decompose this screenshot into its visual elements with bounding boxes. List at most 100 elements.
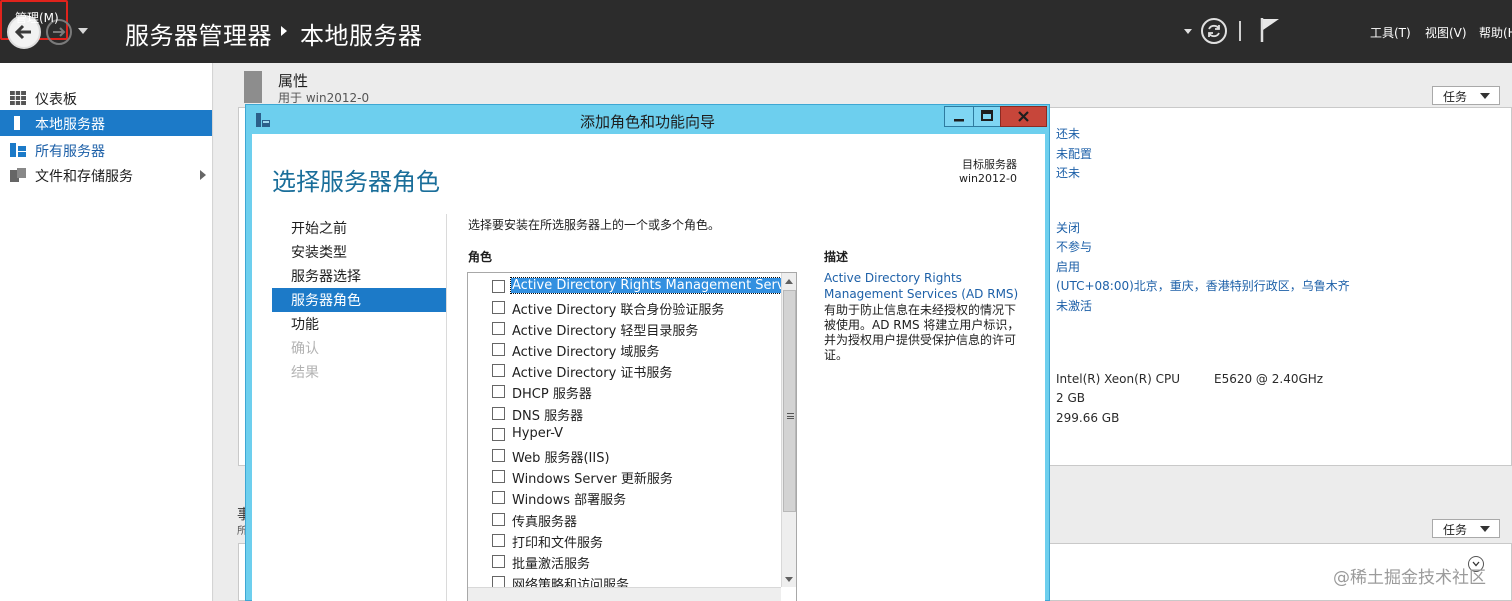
all-servers-icon	[10, 143, 26, 157]
step-before-you-begin[interactable]: 开始之前	[272, 216, 446, 240]
role-label: Active Directory 轻型目录服务	[512, 324, 699, 339]
property-value[interactable]: (UTC+08:00)北京，重庆，香港特别行政区，乌鲁木齐	[1056, 277, 1350, 294]
role-label: Active Directory 联合身份验证服务	[512, 303, 725, 318]
sidebar-item-label: 所有服务器	[35, 144, 105, 160]
role-checkbox[interactable]	[492, 555, 505, 568]
description-link[interactable]: Active Directory Rights Management Servi…	[824, 270, 1024, 302]
roles-header: 角色	[468, 250, 493, 264]
role-checkbox[interactable]	[492, 534, 505, 547]
manage-menu[interactable]: 管理(M)	[15, 9, 59, 26]
roles-list[interactable]: Active Directory Rights Management Servi…	[467, 272, 797, 601]
local-server-icon	[14, 116, 20, 130]
close-button[interactable]	[1000, 106, 1047, 127]
property-value[interactable]: 启用	[1056, 258, 1080, 275]
property-value[interactable]: 关闭	[1056, 219, 1080, 236]
step-server-selection[interactable]: 服务器选择	[272, 264, 446, 288]
list-item[interactable]: Active Directory 轻型目录服务	[468, 318, 781, 339]
maximize-icon	[981, 110, 993, 121]
list-item[interactable]: DNS 服务器	[468, 403, 781, 424]
description-text: 有助于防止信息在未经授权的情况下被使用。AD RMS 将建立用户标识，并为授权用…	[824, 303, 1020, 362]
list-item[interactable]: 传真服务器	[468, 509, 781, 530]
role-checkbox[interactable]	[492, 343, 505, 356]
property-value[interactable]: 不参与	[1056, 238, 1092, 255]
list-item[interactable]: Active Directory 证书服务	[468, 360, 781, 381]
refresh-icon	[1208, 24, 1220, 38]
step-features[interactable]: 功能	[272, 312, 446, 336]
list-item[interactable]: Hyper-V	[468, 424, 781, 445]
properties-tasks-button[interactable]: 任务	[1432, 86, 1500, 105]
list-item[interactable]: Windows 部署服务	[468, 487, 781, 508]
role-label: Windows 部署服务	[512, 493, 627, 508]
list-item[interactable]: Web 服务器(IIS)	[468, 445, 781, 466]
target-server-value: win2012-0	[959, 172, 1017, 185]
close-icon	[1018, 111, 1029, 122]
role-checkbox[interactable]	[492, 364, 505, 377]
view-menu[interactable]: 视图(V)	[1425, 24, 1467, 41]
role-checkbox[interactable]	[492, 449, 505, 462]
role-checkbox[interactable]	[492, 407, 505, 420]
events-tasks-button[interactable]: 任务	[1432, 519, 1500, 538]
property-value[interactable]: 还未	[1056, 125, 1080, 142]
tasks-label: 任务	[1443, 523, 1468, 537]
property-value[interactable]: 还未	[1056, 164, 1080, 181]
role-checkbox[interactable]	[492, 322, 505, 335]
expand-arrow-icon[interactable]	[200, 170, 206, 180]
list-item[interactable]: Windows Server 更新服务	[468, 466, 781, 487]
role-label: 打印和文件服务	[512, 536, 604, 551]
property-value[interactable]: 未配置	[1056, 145, 1092, 162]
watermark: @稀土掘金技术社区	[1333, 568, 1486, 588]
step-results: 结果	[291, 365, 319, 381]
role-checkbox[interactable]	[492, 280, 505, 293]
list-item[interactable]: 批量激活服务	[468, 551, 781, 572]
hardware-disk: 299.66 GB	[1056, 411, 1120, 425]
help-menu[interactable]: 帮助(H)	[1479, 24, 1512, 41]
role-checkbox[interactable]	[492, 301, 505, 314]
maximize-button[interactable]	[973, 106, 1001, 127]
scroll-down-icon[interactable]	[785, 577, 793, 582]
role-label: 批量激活服务	[512, 557, 591, 572]
list-item[interactable]: Active Directory Rights Management Servi…	[468, 276, 796, 297]
role-checkbox[interactable]	[492, 428, 505, 441]
sidebar-item-file-storage[interactable]: 文件和存储服务	[0, 162, 212, 188]
tools-menu[interactable]: 工具(T)	[1370, 24, 1411, 41]
scroll-up-icon[interactable]	[785, 279, 793, 284]
properties-title: 属性	[278, 72, 309, 90]
role-checkbox[interactable]	[492, 385, 505, 398]
refresh-button[interactable]	[1201, 18, 1227, 44]
minimize-button[interactable]	[944, 106, 974, 127]
list-item[interactable]: Active Directory 联合身份验证服务	[468, 297, 781, 318]
step-installation-type[interactable]: 安装类型	[272, 240, 446, 264]
list-item[interactable]: DHCP 服务器	[468, 381, 781, 402]
breadcrumb-separator-icon	[281, 26, 287, 36]
role-label: Windows Server 更新服务	[512, 472, 673, 487]
wizard-title-bar[interactable]: 添加角色和功能向导	[246, 105, 1049, 133]
role-checkbox[interactable]	[492, 491, 505, 504]
scroll-thumb[interactable]	[783, 290, 796, 512]
list-item[interactable]: Active Directory 域服务	[468, 339, 781, 360]
wizard-title: 添加角色和功能向导	[580, 113, 716, 131]
list-item[interactable]: 打印和文件服务	[468, 530, 781, 551]
toolbar-dropdown-icon[interactable]	[1184, 29, 1192, 34]
steps-divider	[446, 214, 447, 601]
breadcrumb-app[interactable]: 服务器管理器	[125, 16, 272, 51]
chevron-down-icon	[1480, 93, 1490, 99]
step-server-roles[interactable]: 服务器角色	[272, 288, 446, 312]
sidebar-item-local-server[interactable]: 本地服务器	[0, 110, 212, 136]
wizard-body: 选择服务器角色 目标服务器 win2012-0 开始之前 安装类型 服务器选择 …	[252, 134, 1045, 601]
roles-vertical-scrollbar[interactable]	[781, 273, 796, 587]
sidebar-item-all-servers[interactable]: 所有服务器	[0, 137, 212, 163]
description-header: 描述	[824, 250, 849, 264]
roles-horizontal-scrollbar[interactable]	[468, 587, 781, 601]
sidebar-item-dashboard[interactable]: 仪表板	[0, 85, 212, 111]
role-label: 传真服务器	[512, 515, 578, 530]
role-label: Hyper-V	[512, 426, 564, 441]
role-checkbox[interactable]	[492, 470, 505, 483]
property-value[interactable]: 未激活	[1056, 297, 1092, 314]
notification-flag-icon[interactable]	[1260, 16, 1282, 44]
add-roles-wizard-dialog: 添加角色和功能向导 选择服务器角色 目标服务器 win2012-0 开始之前 安…	[245, 104, 1050, 601]
role-checkbox[interactable]	[492, 513, 505, 526]
breadcrumb-page: 本地服务器	[300, 22, 423, 50]
history-dropdown-icon[interactable]	[78, 28, 88, 34]
sidebar-item-label: 本地服务器	[35, 117, 105, 133]
sidebar: 仪表板 本地服务器 所有服务器 文件和存储服务	[0, 63, 213, 601]
